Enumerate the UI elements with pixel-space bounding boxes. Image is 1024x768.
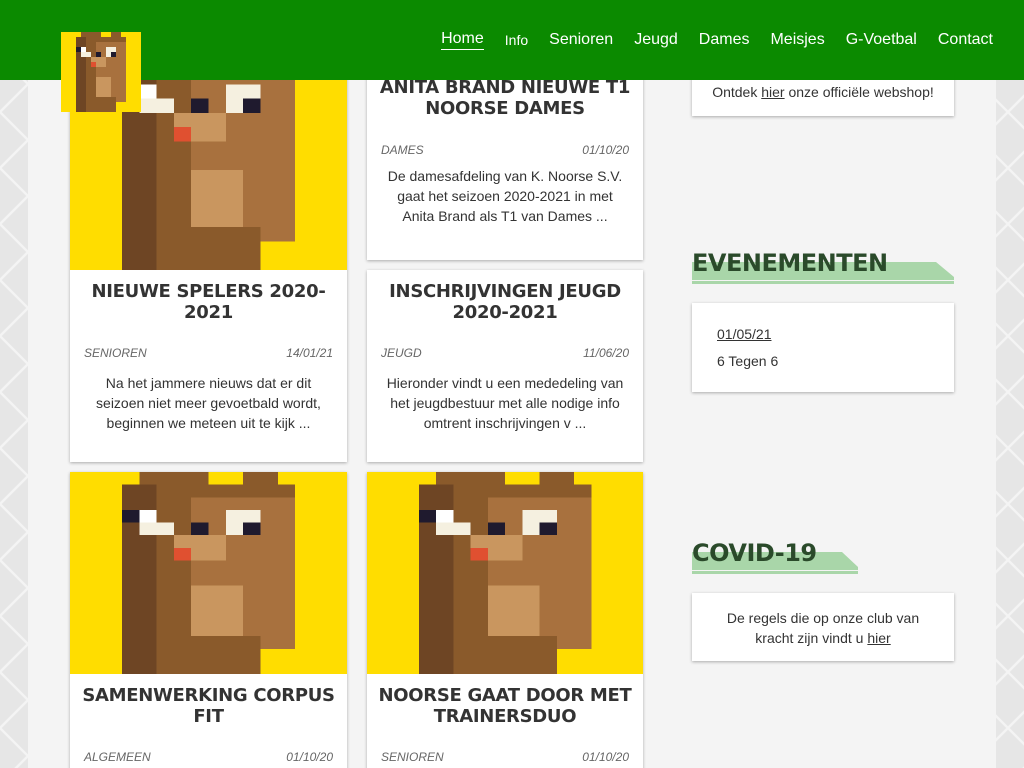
post-category: SENIOREN: [84, 346, 147, 360]
post-date: 01/10/20: [582, 143, 629, 157]
post-card[interactable]: SAMENWERKING CORPUS FIT ALGEMEEN 01/10/2…: [70, 472, 347, 768]
covid-widget: De regels die op onze club van kracht zi…: [692, 593, 954, 661]
post-category: DAMES: [381, 143, 424, 157]
nav-jeugd[interactable]: Jeugd: [634, 31, 678, 49]
webshop-link[interactable]: hier: [761, 84, 784, 100]
post-date: 14/01/21: [286, 346, 333, 360]
post-meta: SENIOREN 01/10/20: [367, 750, 643, 764]
post-date: 11/06/20: [583, 346, 629, 360]
post-excerpt: Hieronder vindt u een mededeling van het…: [386, 375, 624, 431]
post-date: 01/10/20: [286, 750, 333, 764]
post-category: ALGEMEEN: [84, 750, 151, 764]
nav-g-voetbal[interactable]: G-Voetbal: [846, 31, 917, 49]
post-card[interactable]: NOORSE GAAT DOOR MET TRAINERSDUO SENIORE…: [367, 472, 643, 768]
event-date-link[interactable]: 01/05/21: [717, 326, 929, 342]
webshop-text-end: onze officiële webshop!: [784, 84, 934, 100]
nav-contact[interactable]: Contact: [938, 31, 993, 49]
post-category: JEUGD: [381, 346, 422, 360]
nav-info[interactable]: Info: [505, 32, 528, 48]
event-name: 6 Tegen 6: [717, 353, 779, 369]
post-category: SENIOREN: [381, 750, 444, 764]
post-title[interactable]: NIEUWE SPELERS 2020-2021: [70, 281, 347, 323]
post-title[interactable]: NOORSE GAAT DOOR MET TRAINERSDUO: [367, 685, 643, 727]
post-image[interactable]: [367, 472, 643, 674]
post-card[interactable]: ANITA BRAND NIEUWE T1 NOORSE DAMES DAMES…: [367, 70, 643, 260]
post-card[interactable]: INSCHRIJVINGEN JEUGD 2020-2021 JEUGD 11/…: [367, 270, 643, 462]
webshop-text: Ontdek: [712, 84, 762, 100]
nav-dames[interactable]: Dames: [699, 31, 750, 49]
site-header: Home Info Senioren Jeugd Dames Meisjes G…: [0, 0, 1024, 80]
post-meta: DAMES 01/10/20: [367, 143, 643, 157]
post-image[interactable]: [70, 472, 347, 674]
post-card[interactable]: NIEUWE SPELERS 2020-2021 SENIOREN 14/01/…: [70, 70, 347, 462]
nav-home[interactable]: Home: [441, 30, 484, 50]
post-date: 01/10/20: [582, 750, 629, 764]
nav-meisjes[interactable]: Meisjes: [770, 31, 824, 49]
evenementen-title: EVENEMENTEN: [692, 249, 888, 277]
post-meta: SENIOREN 14/01/21: [70, 346, 347, 360]
post-excerpt: Na het jammere nieuws dat er dit seizoen…: [96, 375, 321, 431]
pixel-beaver-logo-icon: [61, 32, 141, 112]
post-meta: JEUGD 11/06/20: [367, 346, 643, 360]
club-logo[interactable]: [61, 32, 141, 112]
post-meta: ALGEMEEN 01/10/20: [70, 750, 347, 764]
covid-title: COVID-19: [692, 539, 817, 567]
events-widget: 01/05/21 6 Tegen 6: [692, 303, 954, 392]
post-title[interactable]: ANITA BRAND NIEUWE T1 NOORSE DAMES: [367, 77, 643, 119]
main-nav: Home Info Senioren Jeugd Dames Meisjes G…: [420, 0, 993, 80]
nav-senioren[interactable]: Senioren: [549, 31, 613, 49]
post-title[interactable]: SAMENWERKING CORPUS FIT: [70, 685, 347, 727]
post-excerpt: De damesafdeling van K. Noorse S.V. gaat…: [387, 168, 623, 224]
covid-link[interactable]: hier: [867, 630, 890, 646]
post-title[interactable]: INSCHRIJVINGEN JEUGD 2020-2021: [367, 281, 643, 323]
